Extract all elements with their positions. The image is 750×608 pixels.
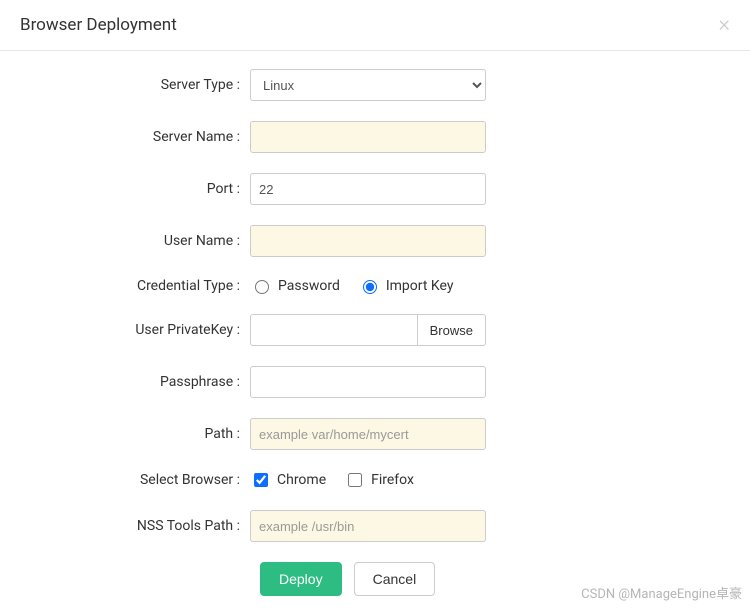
passphrase-input[interactable]: [250, 366, 486, 398]
row-user-name: User Name :: [20, 225, 730, 257]
checkbox-firefox-label[interactable]: Firefox: [371, 472, 414, 488]
radio-import-key[interactable]: [363, 280, 377, 294]
row-passphrase: Passphrase :: [20, 366, 730, 398]
modal-header: Browser Deployment ×: [0, 0, 750, 51]
label-server-name: Server Name :: [20, 129, 250, 145]
user-name-input[interactable]: [250, 225, 486, 257]
modal-title: Browser Deployment: [20, 15, 177, 35]
row-server-type: Server Type : Linux: [20, 69, 730, 101]
label-select-browser: Select Browser :: [20, 472, 250, 488]
label-path: Path :: [20, 426, 250, 442]
radio-import-key-label[interactable]: Import Key: [386, 278, 454, 294]
row-port: Port :: [20, 173, 730, 205]
label-server-type: Server Type :: [20, 77, 250, 93]
cancel-button[interactable]: Cancel: [354, 562, 436, 596]
radio-password[interactable]: [255, 280, 269, 294]
label-credential-type: Credential Type :: [20, 278, 250, 294]
port-input[interactable]: [250, 173, 486, 205]
checkbox-chrome[interactable]: [254, 473, 268, 487]
row-credential-type: Credential Type : Password Import Key: [20, 277, 730, 294]
row-server-name: Server Name :: [20, 121, 730, 153]
close-icon[interactable]: ×: [718, 14, 730, 36]
deploy-button[interactable]: Deploy: [260, 562, 342, 596]
nss-tools-path-input[interactable]: [250, 510, 486, 542]
browse-button[interactable]: Browse: [417, 314, 486, 346]
radio-password-label[interactable]: Password: [278, 278, 340, 294]
checkbox-firefox[interactable]: [348, 473, 362, 487]
server-name-input[interactable]: [250, 121, 486, 153]
row-select-browser: Select Browser : Chrome Firefox: [20, 470, 730, 490]
label-passphrase: Passphrase :: [20, 374, 250, 390]
path-input[interactable]: [250, 418, 486, 450]
label-nss-tools-path: NSS Tools Path :: [20, 518, 250, 534]
label-user-privatekey: User PrivateKey :: [20, 322, 250, 338]
button-row: Deploy Cancel: [260, 562, 730, 596]
modal-body: Server Type : Linux Server Name : Port :…: [0, 51, 750, 607]
label-port: Port :: [20, 181, 250, 197]
user-privatekey-input[interactable]: [250, 314, 417, 346]
row-user-privatekey: User PrivateKey : Browse: [20, 314, 730, 346]
label-user-name: User Name :: [20, 233, 250, 249]
row-nss-tools-path: NSS Tools Path :: [20, 510, 730, 542]
server-type-select[interactable]: Linux: [250, 69, 486, 101]
row-path: Path :: [20, 418, 730, 450]
checkbox-chrome-label[interactable]: Chrome: [277, 472, 326, 488]
